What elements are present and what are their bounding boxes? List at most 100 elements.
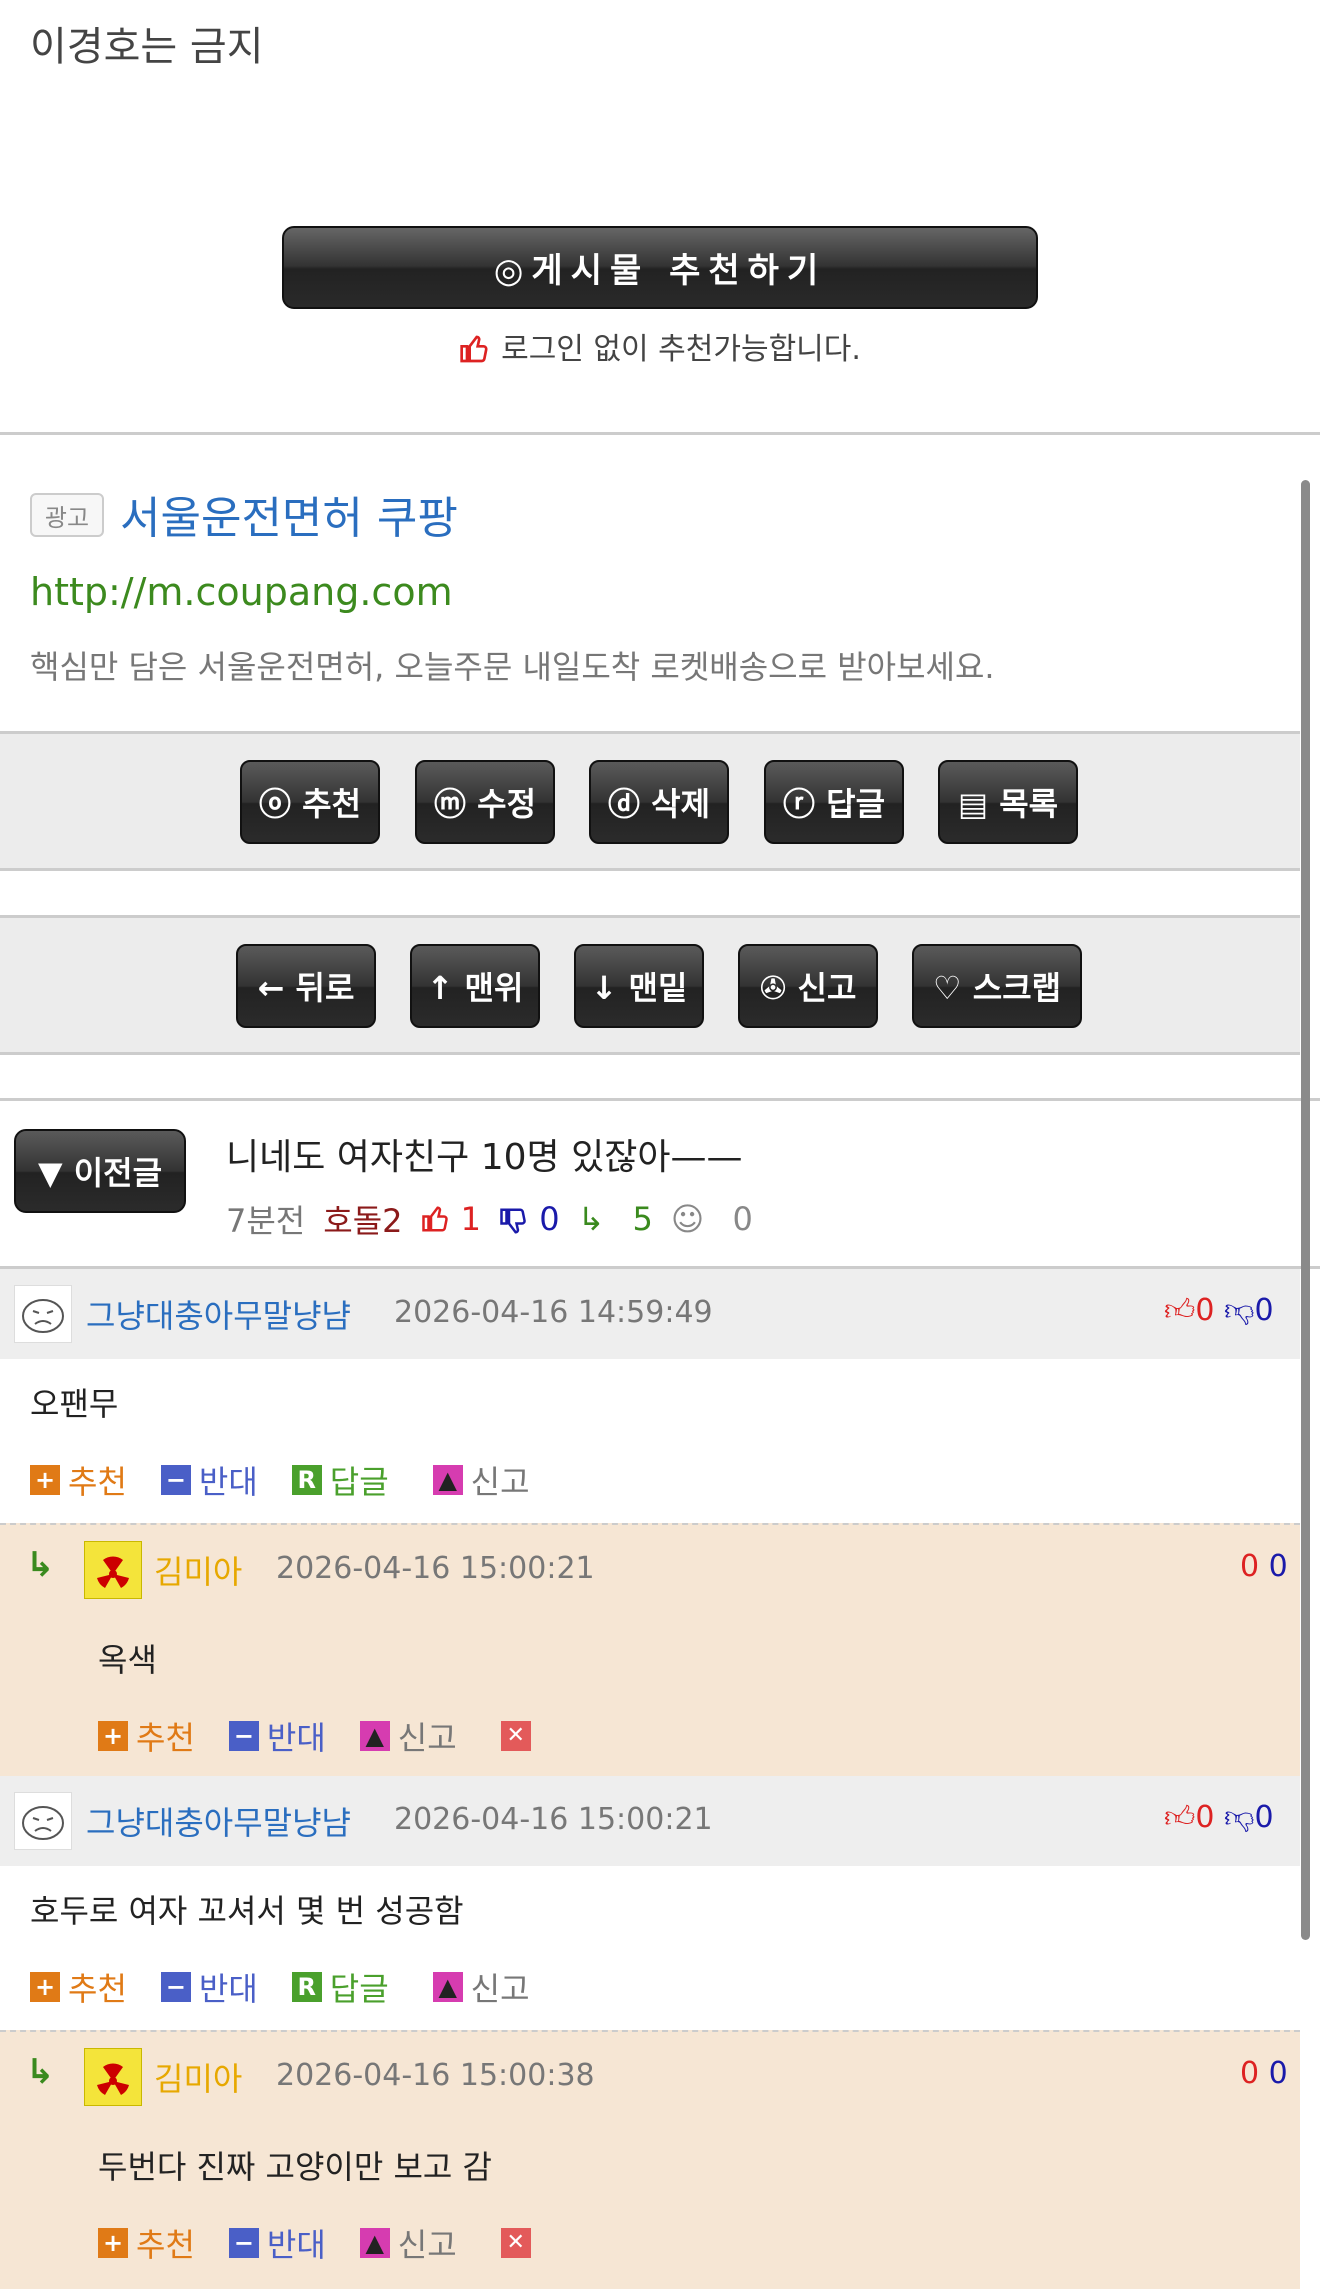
recommend-button[interactable]: ⓞ 추천	[240, 760, 380, 844]
comment-header: 그냥대충아무말냥냠 2026-04-16 15:00:21 👍︎0 👎︎0	[0, 1776, 1300, 1866]
thumbs-down-icon[interactable]: 👎︎	[1224, 1800, 1254, 1835]
plus-icon: +	[30, 1465, 60, 1495]
recommend-post-button[interactable]: ◎게시물 추천하기	[282, 226, 1038, 309]
comment-author[interactable]: 그냥대충아무말냥냠	[86, 1291, 351, 1337]
delete-button[interactable]: ⓓ 삭제	[589, 760, 729, 844]
thumbs-down-icon[interactable]: 👎︎	[1224, 1293, 1254, 1328]
comment-report[interactable]: ▲ 신고	[432, 1964, 530, 2010]
reply-comment: ↳ 김미아 2026-04-16 15:00:21 0 0 옥색 + 추천 − 반대…	[0, 1523, 1300, 1776]
bottom-button[interactable]: ↓ 맨밑	[574, 944, 704, 1028]
reply-votes: 0 0	[1240, 2056, 1288, 2091]
upvote-count: 1	[421, 1200, 481, 1238]
avatar-face-icon	[14, 1792, 72, 1850]
thumbs-down-icon	[500, 1208, 526, 1234]
delete-x-icon[interactable]: ✕	[500, 1721, 531, 1751]
siren-icon: ▲	[359, 2228, 390, 2258]
reply-button[interactable]: ⓡ 답글	[764, 760, 904, 844]
scrollbar[interactable]	[1301, 480, 1310, 1940]
previous-post-meta: 7분전 호돌2 1 0 ↳ 5 ☺ 0	[226, 1196, 771, 1242]
scrap-button[interactable]: ♡ 스크랩	[912, 944, 1082, 1028]
thumbs-up-icon	[421, 1206, 448, 1232]
previous-post-title[interactable]: 니네도 여자친구 10명 있잖아——	[226, 1128, 742, 1180]
reply-text: 옥색	[98, 1641, 157, 1679]
comment-text: 오팬무	[30, 1385, 119, 1423]
comment-actions: + 추천 − 반대 R 답글 ▲ 신고	[30, 1964, 574, 2010]
reply-date: 2026-04-16 15:00:38	[276, 2058, 595, 2093]
minus-icon: −	[228, 1721, 259, 1751]
comment-reply[interactable]: R 답글	[291, 1964, 389, 2010]
post-author: 호돌2	[323, 1202, 403, 1240]
post-time: 7분전	[226, 1202, 306, 1240]
radiation-avatar-icon	[84, 1541, 142, 1599]
comment-votes: 👍︎0 👎︎0	[1164, 1293, 1274, 1328]
reply-report[interactable]: ▲ 신고	[359, 2220, 457, 2266]
siren-icon: ▲	[432, 1465, 463, 1495]
reply-arrow-icon: ↳	[26, 1545, 55, 1585]
downvote-count: 0	[499, 1200, 560, 1238]
plus-icon: +	[30, 1972, 60, 2002]
siren-icon: ▲	[432, 1972, 463, 2002]
reply-arrow-icon: ↳	[26, 2052, 55, 2092]
reply-oppose[interactable]: − 반대	[228, 2220, 326, 2266]
minus-icon: −	[160, 1465, 191, 1495]
plus-icon: +	[98, 2228, 128, 2258]
comment-date: 2026-04-16 14:59:49	[394, 1295, 713, 1330]
post-actions-bar: ⓞ 추천 ⓜ 수정 ⓓ 삭제 ⓡ 답글 ▤ 목록	[0, 731, 1300, 871]
reply-recommend[interactable]: + 추천	[98, 1713, 195, 1759]
thumbs-up-icon[interactable]: 👍︎	[1164, 1800, 1195, 1835]
reply-r-icon: R	[291, 1465, 322, 1495]
avatar-face-icon	[14, 1285, 72, 1343]
reply-date: 2026-04-16 15:00:21	[276, 1551, 595, 1586]
delete-x-icon[interactable]: ✕	[500, 2228, 531, 2258]
reply-actions: + 추천 − 반대 ▲ 신고 ✕	[98, 1713, 539, 1759]
reply-author[interactable]: 김미아	[154, 2054, 242, 2100]
reply-recommend[interactable]: + 추천	[98, 2220, 195, 2266]
no-login-text: 로그인 없이 추천가능합니다.	[501, 332, 861, 367]
comment-votes: 👍︎0 👎︎0	[1164, 1800, 1274, 1835]
comment-author[interactable]: 그냥대충아무말냥냠	[86, 1798, 351, 1844]
reply-votes: 0 0	[1240, 1549, 1288, 1584]
comment-recommend[interactable]: + 추천	[30, 1457, 127, 1503]
post-title-fragment: 이경호는 금지	[30, 24, 264, 70]
report-button[interactable]: ✇ 신고	[738, 944, 878, 1028]
reply-r-icon: R	[291, 1972, 322, 2002]
comment-reply[interactable]: R 답글	[291, 1457, 389, 1503]
comment-report[interactable]: ▲ 신고	[432, 1457, 530, 1503]
reply-text: 두번다 진짜 고양이만 보고 감	[98, 2148, 492, 2186]
thumbs-up-icon[interactable]: 👍︎	[1164, 1293, 1195, 1328]
comment-actions: + 추천 − 반대 R 답글 ▲ 신고	[30, 1457, 574, 1503]
list-button[interactable]: ▤ 목록	[938, 760, 1078, 844]
ad-description: 핵심만 담은 서울운전면허, 오늘주문 내일도착 로켓배송으로 받아보세요.	[30, 648, 995, 686]
no-login-note: 로그인 없이 추천가능합니다.	[0, 324, 1320, 368]
comment-oppose[interactable]: − 반대	[160, 1964, 258, 2010]
comment-recommend[interactable]: + 추천	[30, 1964, 127, 2010]
reply-count: ↳ 5	[577, 1200, 653, 1238]
plus-icon: +	[98, 1721, 128, 1751]
nav-actions-bar: ← 뒤로 ↑ 맨위 ↓ 맨밑 ✇ 신고 ♡ 스크랩	[0, 915, 1300, 1055]
top-button[interactable]: ↑ 맨위	[410, 944, 540, 1028]
reply-report[interactable]: ▲ 신고	[359, 1713, 457, 1759]
edit-button[interactable]: ⓜ 수정	[415, 760, 555, 844]
view-count: ☺ 0	[670, 1200, 753, 1238]
ad-title-link[interactable]: 서울운전면허 쿠팡	[120, 482, 458, 546]
reply-comment: ↳ 김미아 2026-04-16 15:00:38 0 0 두번다 진짜 고양이…	[0, 2030, 1300, 2289]
comment-header: 그냥대충아무말냥냠 2026-04-16 14:59:49 👍︎0 👎︎0	[0, 1269, 1300, 1359]
previous-post-button[interactable]: ▼ 이전글	[14, 1129, 186, 1213]
radiation-avatar-icon	[84, 2048, 142, 2106]
reply-author[interactable]: 김미아	[154, 1547, 242, 1593]
reply-arrow-icon: ↳	[577, 1200, 605, 1238]
back-button[interactable]: ← 뒤로	[236, 944, 376, 1028]
smiley-icon: ☺	[670, 1200, 705, 1238]
comment-body: 호두로 여자 꼬셔서 몇 번 성공함 + 추천 − 반대 R 답글 ▲ 신고	[0, 1866, 1300, 2030]
comment-date: 2026-04-16 15:00:21	[394, 1802, 713, 1837]
siren-icon: ▲	[359, 1721, 390, 1751]
reply-oppose[interactable]: − 반대	[228, 1713, 326, 1759]
ad-url-link[interactable]: http://m.coupang.com	[30, 570, 453, 614]
comment-oppose[interactable]: − 반대	[160, 1457, 258, 1503]
divider	[0, 1098, 1320, 1101]
divider	[0, 432, 1320, 435]
thumbs-up-icon	[460, 335, 488, 363]
reply-actions: + 추천 − 반대 ▲ 신고 ✕	[98, 2220, 539, 2266]
minus-icon: −	[160, 1972, 191, 2002]
comment-text: 호두로 여자 꼬셔서 몇 번 성공함	[30, 1892, 464, 1930]
